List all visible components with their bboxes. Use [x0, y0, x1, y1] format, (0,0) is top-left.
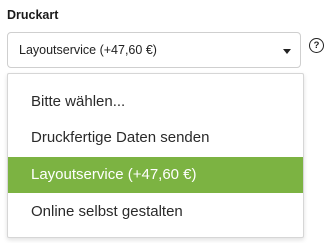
- option-layoutservice[interactable]: Layoutservice (+47,60 €): [8, 157, 303, 193]
- druckart-select[interactable]: Layoutservice (+47,60 €): [7, 32, 301, 68]
- chevron-down-icon: [283, 49, 291, 54]
- help-icon[interactable]: ?: [309, 38, 324, 53]
- option-online-gestalten[interactable]: Online selbst gestalten: [8, 194, 303, 230]
- select-dropdown-list: Bitte wählen... Druckfertige Daten sende…: [7, 73, 304, 238]
- field-label-druckart: Druckart: [7, 8, 59, 22]
- select-current-value: Layoutservice (+47,60 €): [19, 43, 157, 57]
- option-druckfertige-daten[interactable]: Druckfertige Daten senden: [8, 120, 303, 156]
- option-bitte-waehlen[interactable]: Bitte wählen...: [8, 84, 303, 120]
- question-mark-glyph: ?: [313, 40, 320, 51]
